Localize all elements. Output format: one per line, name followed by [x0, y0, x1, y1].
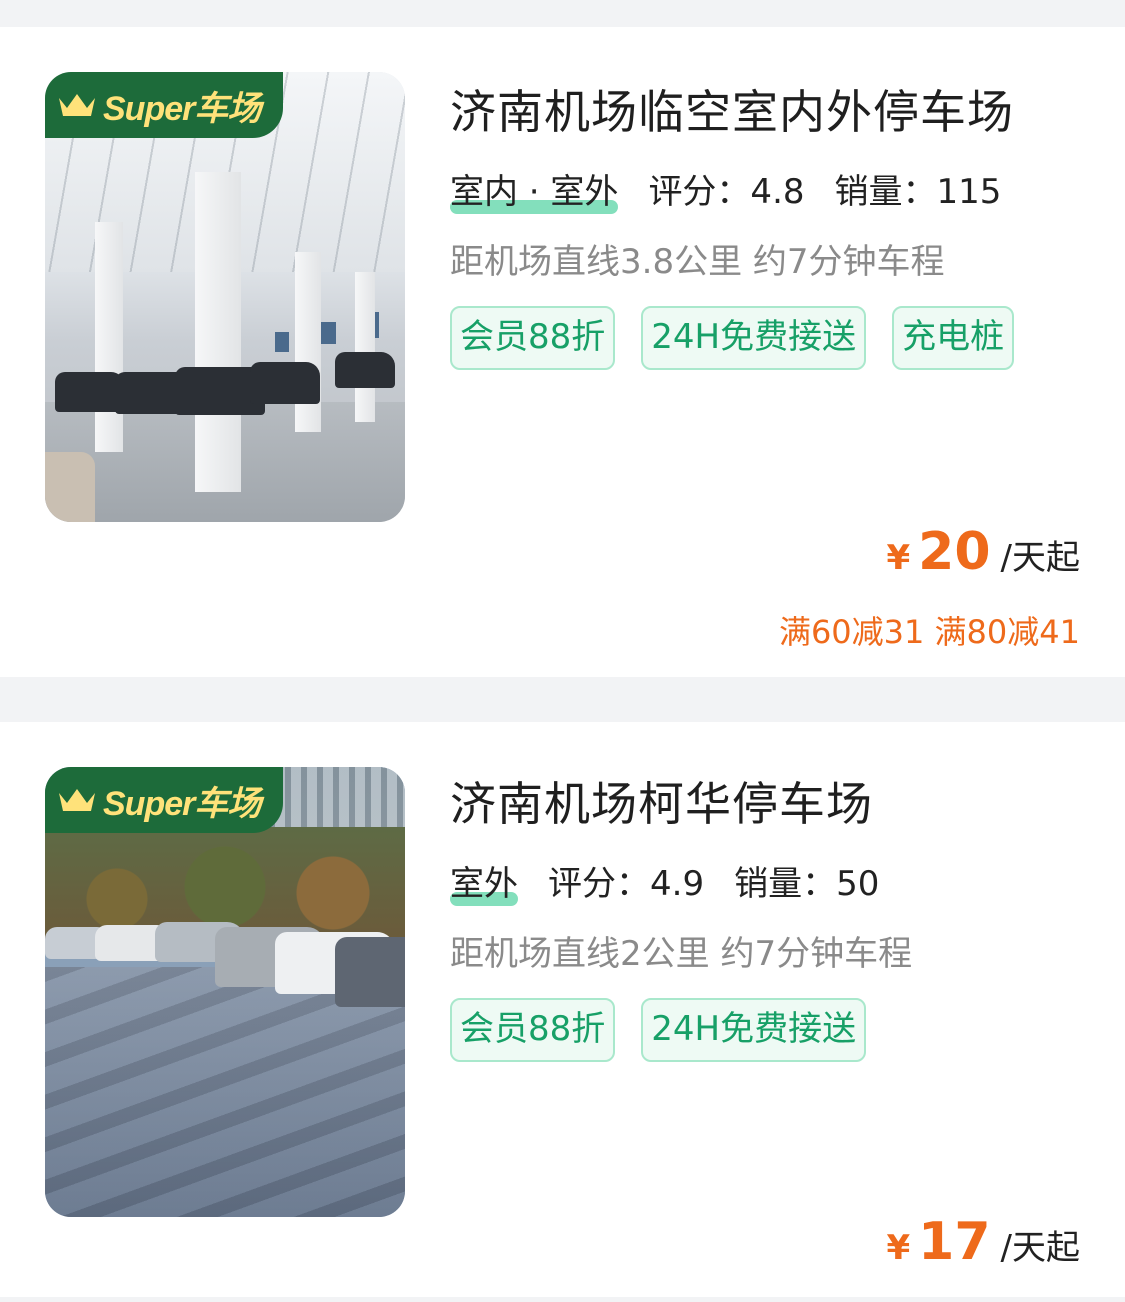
- currency-symbol: ¥: [886, 1228, 911, 1268]
- tag-free-shuttle: 24H免费接送: [641, 306, 867, 370]
- list-bottom-spacer: [0, 1297, 1125, 1302]
- listing-info: 济南机场柯华停车场 室外 评分：4.9 销量：50 距机场直线2公里 约7分钟车…: [450, 772, 1080, 1088]
- list-top-spacer: [0, 0, 1125, 27]
- currency-symbol: ¥: [886, 538, 911, 578]
- list-divider: [0, 677, 1125, 722]
- super-badge: Super车场: [45, 767, 283, 833]
- badge-label: Super车场: [103, 784, 261, 823]
- price-unit: /天起: [1000, 1228, 1080, 1268]
- parking-listing-card[interactable]: Super车场 济南机场柯华停车场 室外 评分：4.9 销量：50 距机场直线2…: [0, 722, 1125, 1297]
- price-unit: /天起: [1000, 538, 1080, 578]
- price-value: 20: [918, 522, 991, 582]
- sales-count: 销量：50: [734, 864, 880, 904]
- parking-lot-photo[interactable]: Super车场: [45, 767, 405, 1217]
- feature-tags: 会员88折 24H免费接送 充电桩: [450, 306, 1080, 396]
- listing-meta: 室外 评分：4.9 销量：50: [450, 860, 1080, 908]
- price-row: ¥ 20 /天起: [886, 522, 1080, 582]
- feature-tags: 会员88折 24H免费接送: [450, 998, 1080, 1088]
- parking-listing-card[interactable]: Super车场 济南机场临空室内外停车场 室内 · 室外 评分：4.8 销量：1…: [0, 27, 1125, 677]
- tag-charging-pile: 充电桩: [892, 306, 1015, 370]
- listing-title[interactable]: 济南机场临空室内外停车场: [450, 80, 1080, 144]
- tag-member-discount: 会员88折: [450, 998, 616, 1062]
- crown-icon: [59, 789, 95, 811]
- distance-text: 距机场直线2公里 约7分钟车程: [450, 934, 913, 974]
- rating: 评分：4.9: [548, 864, 705, 904]
- price-row: ¥ 17 /天起: [886, 1212, 1080, 1272]
- super-badge: Super车场: [45, 72, 283, 138]
- distance-text: 距机场直线3.8公里 约7分钟车程: [450, 242, 945, 282]
- badge-label: Super车场: [103, 89, 261, 128]
- listing-info: 济南机场临空室内外停车场 室内 · 室外 评分：4.8 销量：115 距机场直线…: [450, 80, 1080, 396]
- rating: 评分：4.8: [648, 172, 805, 212]
- tag-free-shuttle: 24H免费接送: [641, 998, 867, 1062]
- listing-title[interactable]: 济南机场柯华停车场: [450, 772, 1080, 836]
- crown-icon: [59, 94, 95, 116]
- parking-type: 室外: [450, 860, 518, 908]
- parking-lot-photo[interactable]: Super车场: [45, 72, 405, 522]
- sales-count: 销量：115: [834, 172, 1002, 212]
- promo-text: 满60减31 满80减41: [778, 613, 1080, 651]
- price-value: 17: [918, 1212, 991, 1272]
- parking-type: 室内 · 室外: [450, 168, 619, 216]
- listing-meta: 室内 · 室外 评分：4.8 销量：115: [450, 168, 1080, 216]
- tag-member-discount: 会员88折: [450, 306, 616, 370]
